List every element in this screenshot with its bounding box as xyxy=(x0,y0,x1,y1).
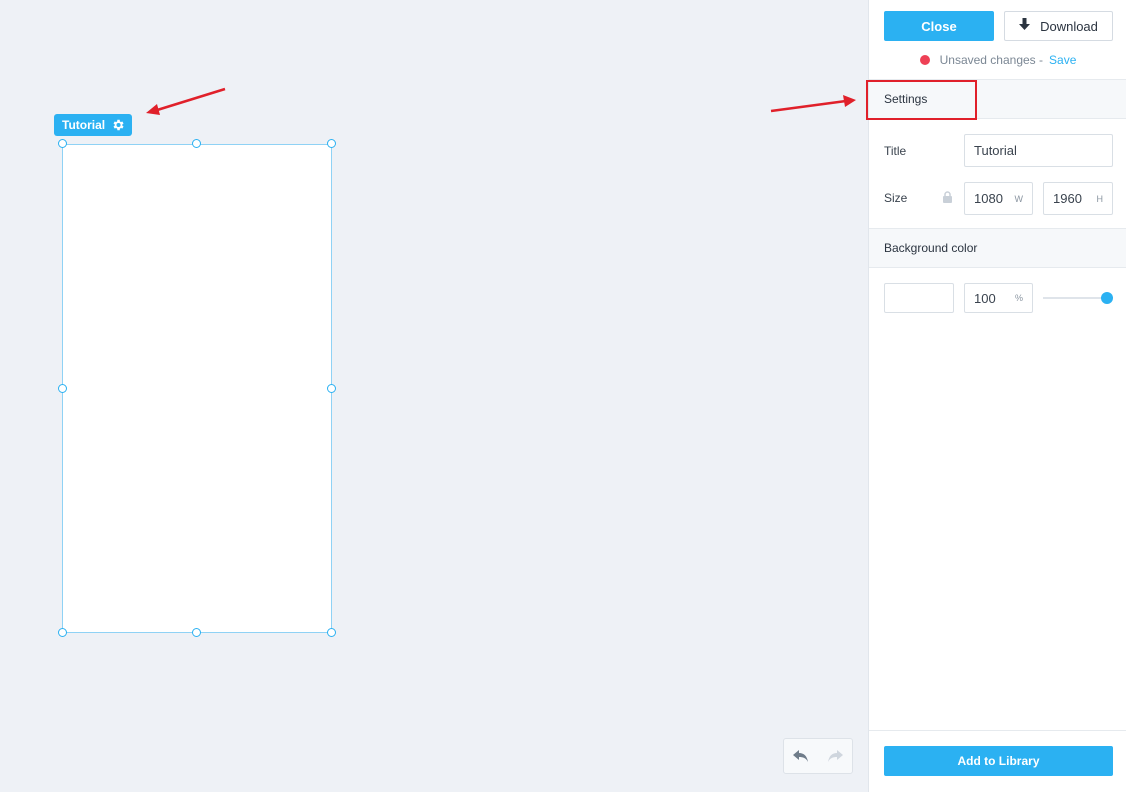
artboard-name-label: Tutorial xyxy=(62,118,106,132)
resize-handle-bottom-center[interactable] xyxy=(192,628,201,637)
resize-handle-top-right[interactable] xyxy=(327,139,336,148)
history-controls xyxy=(783,738,853,774)
redo-icon[interactable] xyxy=(824,747,846,765)
add-to-library-button[interactable]: Add to Library xyxy=(884,746,1113,776)
opacity-slider-track xyxy=(1043,297,1107,299)
properties-panel: Close Download Unsaved changes - Save Se… xyxy=(866,0,1126,792)
save-link[interactable]: Save xyxy=(1049,53,1076,67)
panel-footer: Add to Library xyxy=(869,730,1126,792)
background-color-section-header[interactable]: Background color xyxy=(869,228,1126,268)
resize-handle-middle-right[interactable] xyxy=(327,384,336,393)
artboard-name-tag[interactable]: Tutorial xyxy=(54,114,133,136)
background-color-heading: Background color xyxy=(884,241,978,255)
height-unit: H xyxy=(1096,193,1104,204)
annotation-arrow-left xyxy=(146,87,226,115)
download-arrow-icon xyxy=(1019,18,1031,34)
resize-handle-middle-left[interactable] xyxy=(58,384,67,393)
unsaved-indicator xyxy=(919,55,930,65)
opacity-slider-thumb[interactable] xyxy=(1101,292,1113,304)
canvas-area[interactable]: Tutorial xyxy=(0,0,868,790)
lock-icon[interactable] xyxy=(942,190,953,203)
size-label: Size xyxy=(884,191,908,205)
width-unit: W xyxy=(1014,193,1024,204)
resize-handle-top-center[interactable] xyxy=(192,139,201,148)
artboard[interactable] xyxy=(62,144,332,633)
unsaved-text: Unsaved changes - xyxy=(939,53,1044,67)
resize-handle-top-left[interactable] xyxy=(58,139,67,148)
width-input[interactable]: 1080 W xyxy=(964,182,1033,215)
height-input[interactable]: 1960 H xyxy=(1043,182,1113,215)
resize-handle-bottom-left[interactable] xyxy=(58,628,67,637)
opacity-unit: % xyxy=(1014,293,1023,303)
background-color-swatch[interactable] xyxy=(884,283,954,313)
title-label: Title xyxy=(884,144,907,158)
opacity-value: 100 xyxy=(974,290,996,306)
settings-section-header[interactable]: Settings xyxy=(869,79,1126,119)
opacity-slider[interactable] xyxy=(1043,291,1113,305)
settings-heading: Settings xyxy=(884,92,928,106)
download-label: Download xyxy=(1040,18,1098,34)
title-input[interactable]: Tutorial xyxy=(964,134,1113,167)
opacity-input[interactable]: 100 % xyxy=(964,283,1033,313)
gear-icon[interactable] xyxy=(111,118,125,132)
resize-handle-bottom-right[interactable] xyxy=(327,628,336,637)
save-status: Unsaved changes - Save xyxy=(869,52,1126,68)
undo-icon[interactable] xyxy=(790,747,812,765)
title-value: Tutorial xyxy=(974,143,1017,158)
close-button[interactable]: Close xyxy=(884,11,994,41)
height-value: 1960 xyxy=(1053,191,1082,206)
width-value: 1080 xyxy=(974,191,1003,206)
download-button[interactable]: Download xyxy=(1004,11,1113,41)
